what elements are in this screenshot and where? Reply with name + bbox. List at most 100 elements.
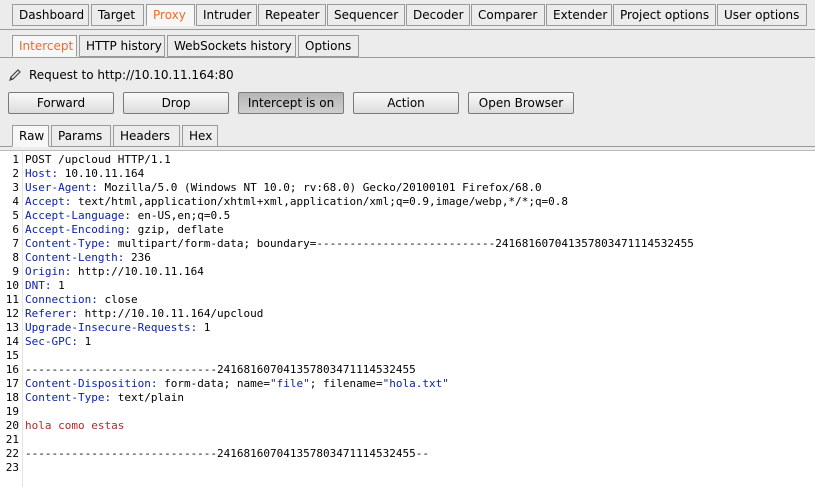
header-value: form-data; name= — [157, 377, 271, 390]
line-text: Referer: http://10.10.11.164/upcloud — [25, 307, 263, 321]
tab-headers[interactable]: Headers — [113, 125, 180, 147]
line-number: 11 — [5, 293, 19, 306]
line-text: Accept: text/html,application/xhtml+xml,… — [25, 195, 568, 209]
line-text: Sec-GPC: 1 — [25, 335, 91, 349]
header-name: Content-Type: — [25, 391, 112, 404]
line-text: Content-Length: 236 — [25, 251, 151, 265]
line-number: 20 — [5, 419, 19, 432]
tab-repeater[interactable]: Repeater — [258, 4, 326, 26]
line-text: Host: 10.10.11.164 — [25, 167, 144, 181]
line-number: 6 — [12, 223, 19, 236]
tab-params[interactable]: Params — [51, 125, 111, 147]
editor-line: 22 -----------------------------241681607… — [0, 447, 429, 461]
line-text: Connection: close — [25, 293, 138, 307]
editor-line: 3 User-Agent: Mozilla/5.0 (Windows NT 10.… — [0, 181, 541, 195]
tab-user-options[interactable]: User options — [717, 4, 807, 26]
tab-dashboard[interactable]: Dashboard — [12, 4, 89, 26]
tab-sequencer[interactable]: Sequencer — [327, 4, 405, 26]
tab-target[interactable]: Target — [91, 4, 144, 26]
line-number: 1 — [12, 153, 19, 166]
editor-line: 8 Content-Length: 236 — [0, 251, 150, 265]
line-number: 13 — [5, 321, 19, 334]
open-browser-button[interactable]: Open Browser — [468, 92, 574, 114]
tab-intruder[interactable]: Intruder — [196, 4, 257, 26]
header-name: Upgrade-Insecure-Requests: — [25, 321, 198, 334]
line-text: Accept-Language: en-US,en;q=0.5 — [25, 209, 230, 223]
line-number: 10 — [5, 279, 19, 292]
main-tab-bar: Dashboard Target Proxy Intruder Repeater… — [0, 0, 815, 30]
tab-extender[interactable]: Extender — [546, 4, 612, 26]
line-number: 16 — [5, 363, 19, 376]
editor-line: 19 — [0, 405, 19, 419]
line-number-gutter — [22, 151, 23, 487]
tab-raw[interactable]: Raw — [12, 125, 49, 147]
proxy-sub-tab-bar: Intercept HTTP history WebSockets histor… — [0, 30, 815, 58]
header-name: DNT: — [25, 279, 52, 292]
editor-line: 21 — [0, 433, 19, 447]
tab-hex[interactable]: Hex — [182, 125, 218, 147]
line-number: 8 — [12, 251, 19, 264]
header-name: Content-Length: — [25, 251, 125, 264]
tab-proxy[interactable]: Proxy — [146, 4, 195, 26]
header-value: http://10.10.11.164 — [71, 265, 204, 278]
header-value: text/plain — [111, 391, 184, 404]
editor-line: 13 Upgrade-Insecure-Requests: 1 — [0, 321, 211, 335]
request-target-label: Request to http://10.10.11.164:80 — [29, 68, 234, 82]
header-value: multipart/form-data; boundary=----------… — [111, 237, 694, 250]
header-name: Referer: — [25, 307, 78, 320]
line-text: -----------------------------24168160704… — [25, 363, 416, 377]
raw-request-editor[interactable]: 1 POST /upcloud HTTP/1.1 2 Host: 10.10.11.1… — [0, 150, 815, 487]
header-name: User-Agent: — [25, 181, 98, 194]
header-value: -----------------------------24168160704… — [25, 447, 429, 460]
editor-line: 18 Content-Type: text/plain — [0, 391, 184, 405]
pencil-icon — [9, 69, 21, 81]
field-name-string: "file" — [270, 377, 310, 390]
line-text: User-Agent: Mozilla/5.0 (Windows NT 10.0… — [25, 181, 542, 195]
header-name: Origin: — [25, 265, 72, 278]
header-value: en-US,en;q=0.5 — [130, 209, 231, 222]
line-number: 4 — [12, 195, 19, 208]
tab-http-history[interactable]: HTTP history — [79, 35, 165, 57]
tab-websockets-history[interactable]: WebSockets history — [167, 35, 296, 57]
header-name: Accept-Language: — [25, 209, 131, 222]
editor-line: 11 Connection: close — [0, 293, 138, 307]
editor-line: 1 POST /upcloud HTTP/1.1 — [0, 153, 170, 167]
header-value: 1 — [51, 279, 65, 292]
forward-button[interactable]: Forward — [8, 92, 114, 114]
tab-intercept[interactable]: Intercept — [12, 35, 77, 57]
header-value: 1 — [197, 321, 211, 334]
editor-line: 16 -----------------------------241681607… — [0, 363, 416, 377]
header-value: Mozilla/5.0 (Windows NT 10.0; rv:68.0) G… — [97, 181, 542, 194]
drop-button[interactable]: Drop — [123, 92, 229, 114]
line-text: hola como estas — [25, 419, 124, 433]
line-number: 19 — [5, 405, 19, 418]
header-value: http://10.10.11.164/upcloud — [77, 307, 264, 320]
line-number: 2 — [12, 167, 19, 180]
message-view-tab-bar: Raw Params Headers Hex — [0, 123, 815, 147]
action-button[interactable]: Action — [353, 92, 459, 114]
line-number: 14 — [5, 335, 19, 348]
header-value: ; filename= — [309, 377, 383, 390]
tab-comparer[interactable]: Comparer — [471, 4, 545, 26]
body-text: hola como estas — [25, 419, 125, 432]
header-name: Sec-GPC: — [25, 335, 78, 348]
line-number: 22 — [5, 447, 19, 460]
editor-line: 23 — [0, 461, 19, 475]
editor-line: 9 Origin: http://10.10.11.164 — [0, 265, 203, 279]
header-value: -----------------------------24168160704… — [25, 363, 416, 376]
tab-decoder[interactable]: Decoder — [406, 4, 470, 26]
header-value: gzip, deflate — [130, 223, 224, 236]
header-value: close — [97, 293, 138, 306]
header-value: 10.10.11.164 — [58, 167, 145, 180]
header-value: text/html,application/xhtml+xml,applicat… — [71, 195, 569, 208]
line-number: 23 — [5, 461, 19, 474]
line-text: Accept-Encoding: gzip, deflate — [25, 223, 224, 237]
tab-options[interactable]: Options — [298, 35, 359, 57]
tab-project-options[interactable]: Project options — [613, 4, 716, 26]
line-number: 17 — [5, 377, 19, 390]
line-number: 18 — [5, 391, 19, 404]
intercept-toggle-button[interactable]: Intercept is on — [238, 92, 344, 114]
request-target-line: Request to http://10.10.11.164:80 — [8, 66, 234, 84]
line-text: Content-Type: text/plain — [25, 391, 184, 405]
line-number: 21 — [5, 433, 19, 446]
